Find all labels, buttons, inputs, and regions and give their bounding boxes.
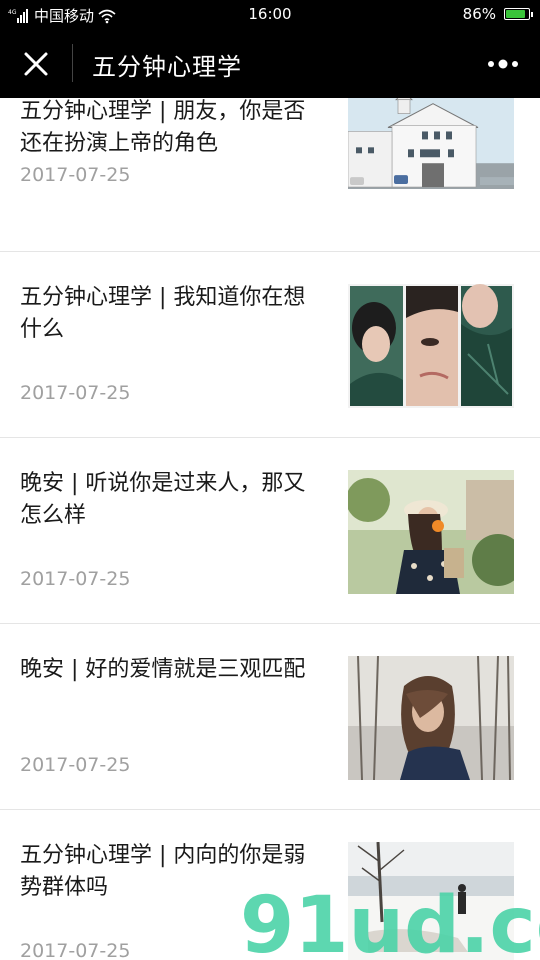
triptych-woman-photo <box>348 284 514 408</box>
article-date: 2017-07-25 <box>20 568 131 590</box>
woman-in-forest-photo <box>348 656 514 780</box>
article-date: 2017-07-25 <box>20 382 131 404</box>
status-bar: 4G 中国移动 16:00 86% <box>0 0 540 30</box>
page-title: 五分钟心理学 <box>92 53 242 81</box>
article-title: 晚安 | 听说你是过来人，那又怎么样 <box>20 471 306 528</box>
article-date: 2017-07-25 <box>20 164 131 186</box>
list-item[interactable]: 晚安 | 好的爱情就是三观匹配 2017-07-25 <box>0 624 540 810</box>
article-title: 晚安 | 好的爱情就是三观匹配 <box>20 657 306 682</box>
clock: 16:00 <box>248 5 292 23</box>
article-title: 五分钟心理学 | 内向的你是弱势群体吗 <box>20 843 306 900</box>
nav-bar: 五分钟心理学 <box>0 30 540 98</box>
close-icon[interactable] <box>20 48 52 80</box>
status-right: 86% <box>462 5 533 23</box>
list-item[interactable]: 五分钟心理学 | 内向的你是弱势群体吗 2017-07-25 <box>0 810 540 960</box>
battery-level <box>506 10 525 18</box>
battery-percent: 86% <box>462 5 496 23</box>
article-list: 五分钟心理学 | 朋友，你是否还在扮演上帝的角色 2017-07-25 五分钟心… <box>0 98 540 960</box>
more-icon[interactable] <box>486 54 520 74</box>
lakeside-figure-photo <box>348 842 514 960</box>
article-date: 2017-07-25 <box>20 754 131 776</box>
article-date: 2017-07-25 <box>20 940 131 960</box>
article-title: 五分钟心理学 | 我知道你在想什么 <box>20 285 306 342</box>
list-item[interactable]: 五分钟心理学 | 我知道你在想什么 2017-07-25 <box>0 252 540 438</box>
girl-with-hat-photo <box>348 470 514 594</box>
battery-icon <box>504 8 533 20</box>
article-title: 五分钟心理学 | 朋友，你是否还在扮演上帝的角色 <box>20 99 306 156</box>
nav-divider <box>72 44 73 82</box>
list-item[interactable]: 五分钟心理学 | 朋友，你是否还在扮演上帝的角色 2017-07-25 <box>0 98 540 252</box>
list-item[interactable]: 晚安 | 听说你是过来人，那又怎么样 2017-07-25 <box>0 438 540 624</box>
white-house-photo <box>348 98 514 189</box>
